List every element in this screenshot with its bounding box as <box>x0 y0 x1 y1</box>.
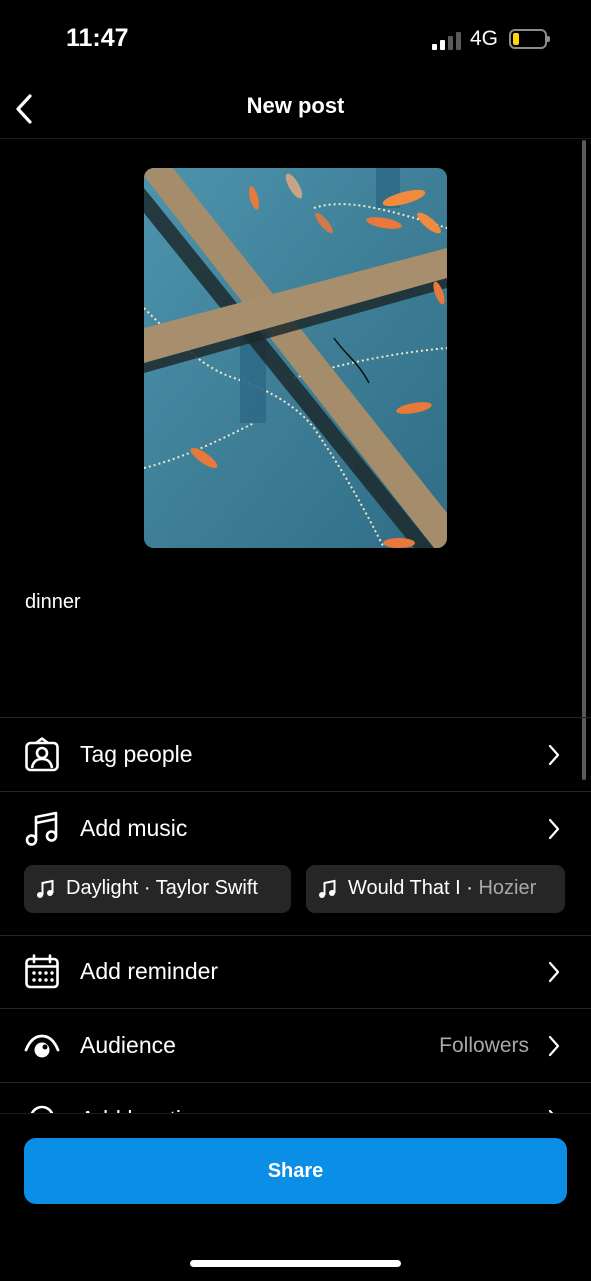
share-button[interactable]: Share <box>24 1138 567 1204</box>
koi-pond-photo <box>144 168 447 548</box>
chevron-right-icon <box>548 744 560 766</box>
music-suggestion-chip[interactable]: Daylight · Taylor Swift <box>24 865 291 913</box>
song-artist: Taylor Swift <box>155 877 258 899</box>
music-note-icon <box>37 879 54 898</box>
post-image[interactable] <box>144 168 447 548</box>
separator: · <box>138 877 156 899</box>
song-artist: Hozier <box>478 877 537 899</box>
add-music-row[interactable]: Add music <box>0 793 591 865</box>
audience-value: Followers <box>439 1034 529 1057</box>
audience-label: Audience <box>80 1032 176 1058</box>
chevron-right-icon <box>548 818 560 840</box>
song-title: Daylight <box>66 877 139 899</box>
network-type: 4G <box>470 27 499 50</box>
page-title: New post <box>246 93 345 118</box>
music-note-icon <box>25 811 58 846</box>
bottom-bar: Share <box>0 1113 591 1281</box>
status-bar: 11:47 4G <box>0 0 591 80</box>
tag-people-row[interactable]: Tag people <box>0 719 591 791</box>
scrollbar[interactable] <box>582 140 586 780</box>
battery-icon <box>509 29 550 49</box>
tag-people-label: Tag people <box>80 741 193 767</box>
music-suggestion-chip[interactable]: Would That I · Hozier <box>306 865 565 913</box>
header: New post <box>0 80 591 139</box>
music-note-icon <box>319 879 336 898</box>
music-suggestion-text: Would That I · Hozier <box>348 877 536 900</box>
calendar-icon <box>25 954 59 989</box>
caption-text[interactable]: dinner <box>25 591 81 614</box>
add-music-label: Add music <box>80 815 188 841</box>
status-time: 11:47 <box>66 24 129 52</box>
add-reminder-row[interactable]: Add reminder <box>0 936 591 1008</box>
separator: · <box>460 877 479 899</box>
eye-icon <box>24 1034 60 1058</box>
song-title: Would That I <box>348 877 461 899</box>
divider <box>0 1008 591 1009</box>
music-suggestion-text: Daylight · Taylor Swift <box>66 877 258 900</box>
chevron-right-icon <box>548 961 560 983</box>
audience-row[interactable]: Audience Followers <box>0 1010 591 1082</box>
chevron-right-icon <box>548 1035 560 1057</box>
divider <box>0 791 591 792</box>
divider <box>0 1082 591 1083</box>
signal-icon <box>432 30 462 50</box>
tag-people-icon <box>25 737 59 772</box>
divider <box>0 717 591 718</box>
add-reminder-label: Add reminder <box>80 958 219 984</box>
home-indicator[interactable] <box>190 1260 401 1267</box>
